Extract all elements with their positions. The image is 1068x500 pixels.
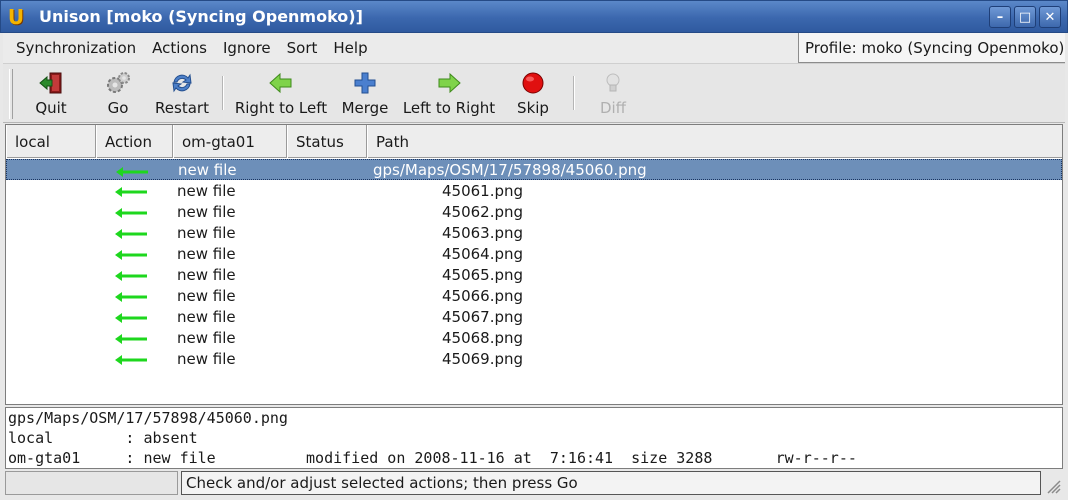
diff-button[interactable]: Diff [593, 69, 633, 119]
remote-status-cell: new file [178, 160, 237, 179]
path-cell: 45064.png [442, 244, 524, 263]
minimize-icon[interactable]: – [989, 6, 1011, 28]
left-arrow-icon[interactable] [114, 205, 148, 218]
lightbulb-icon [600, 71, 626, 95]
quit-label: Quit [35, 99, 67, 117]
path-cell: gps/Maps/OSM/17/57898/45060.png [373, 160, 647, 179]
arrow-left-icon [268, 71, 294, 95]
right-to-left-label: Right to Left [234, 99, 328, 117]
left-arrow-icon[interactable] [114, 310, 148, 323]
details-path: gps/Maps/OSM/17/57898/45060.png [8, 409, 288, 427]
arrow-right-icon [436, 71, 462, 95]
details-pane: gps/Maps/OSM/17/57898/45060.png local : a… [5, 407, 1063, 469]
left-to-right-label: Left to Right [402, 99, 496, 117]
path-cell: 45061.png [442, 181, 524, 200]
toolbar: Quit Go Restart Right to Left Merge Left… [3, 63, 1065, 123]
remote-status-cell: new file [177, 328, 236, 347]
table-row[interactable]: new file 45064.png [6, 243, 1062, 264]
left-arrow-icon[interactable] [114, 352, 148, 365]
table-row[interactable]: new file 45063.png [6, 222, 1062, 243]
path-cell: 45066.png [442, 286, 524, 305]
stop-icon [520, 71, 546, 95]
toolbar-handle[interactable] [9, 69, 13, 119]
path-cell: 45063.png [442, 223, 524, 242]
profile-label: Profile: moko (Syncing Openmoko) [798, 33, 1065, 63]
right-to-left-button[interactable]: Right to Left [233, 69, 329, 119]
left-arrow-icon[interactable] [114, 331, 148, 344]
column-header-local[interactable]: local [6, 125, 96, 158]
column-header-path[interactable]: Path [367, 125, 1062, 158]
plus-icon [352, 71, 378, 95]
diff-label: Diff [599, 99, 627, 117]
merge-button[interactable]: Merge [339, 69, 391, 119]
exit-icon [38, 71, 64, 95]
restart-label: Restart [155, 99, 209, 117]
menu-actions[interactable]: Actions [144, 39, 215, 57]
go-button[interactable]: Go [98, 69, 138, 119]
menu-bar: Synchronization Actions Ignore Sort Help… [3, 33, 1065, 63]
left-arrow-icon[interactable] [114, 247, 148, 260]
path-cell: 45065.png [442, 265, 524, 284]
left-arrow-icon[interactable] [114, 268, 148, 281]
go-label: Go [107, 99, 129, 117]
path-cell: 45062.png [442, 202, 524, 221]
left-arrow-icon[interactable] [114, 226, 148, 239]
toolbar-separator [573, 76, 575, 110]
skip-button[interactable]: Skip [511, 69, 555, 119]
file-rows: new file gps/Maps/OSM/17/57898/45060.png n… [6, 158, 1062, 369]
remote-status-cell: new file [177, 349, 236, 368]
table-row[interactable]: new file 45065.png [6, 264, 1062, 285]
table-row[interactable]: new file 45068.png [6, 327, 1062, 348]
remote-status-cell: new file [177, 286, 236, 305]
toolbar-separator [222, 76, 224, 110]
table-row[interactable]: new file 45061.png [6, 180, 1062, 201]
path-cell: 45069.png [442, 349, 524, 368]
window-title: Unison [moko (Syncing Openmoko)] [39, 7, 363, 26]
left-arrow-icon[interactable] [114, 184, 148, 197]
column-header-action[interactable]: Action [96, 125, 173, 158]
menu-sort[interactable]: Sort [279, 39, 326, 57]
remote-status-cell: new file [177, 244, 236, 263]
left-to-right-button[interactable]: Left to Right [401, 69, 497, 119]
remote-status-cell: new file [177, 265, 236, 284]
menu-help[interactable]: Help [325, 39, 375, 57]
table-row[interactable]: new file 45067.png [6, 306, 1062, 327]
merge-label: Merge [341, 99, 389, 117]
title-bar[interactable]: U Unison [moko (Syncing Openmoko)] – □ ✕ [0, 0, 1068, 33]
file-list[interactable]: local Action om-gta01 Status Path new fi… [5, 124, 1063, 405]
table-row[interactable]: new file 45062.png [6, 201, 1062, 222]
table-row[interactable]: new file gps/Maps/OSM/17/57898/45060.png [6, 159, 1062, 180]
table-row[interactable]: new file 45066.png [6, 285, 1062, 306]
remote-status-cell: new file [177, 307, 236, 326]
status-left-panel [5, 471, 178, 495]
table-row[interactable]: new file 45069.png [6, 348, 1062, 369]
left-arrow-icon[interactable] [114, 289, 148, 302]
menu-ignore[interactable]: Ignore [215, 39, 279, 57]
maximize-icon[interactable]: □ [1014, 6, 1036, 28]
quit-button[interactable]: Quit [31, 69, 71, 119]
status-message: Check and/or adjust selected actions; th… [181, 471, 1041, 495]
resize-grip-icon[interactable] [1043, 476, 1061, 494]
refresh-icon [169, 71, 195, 95]
remote-status-cell: new file [177, 181, 236, 200]
skip-label: Skip [517, 99, 549, 117]
path-cell: 45067.png [442, 307, 524, 326]
column-header-status[interactable]: Status [287, 125, 367, 158]
status-bar: Check and/or adjust selected actions; th… [5, 471, 1063, 496]
menu-synchronization[interactable]: Synchronization [3, 39, 144, 57]
path-cell: 45068.png [442, 328, 524, 347]
column-headers: local Action om-gta01 Status Path [6, 125, 1062, 158]
gears-icon [105, 71, 131, 95]
window-controls: – □ ✕ [989, 6, 1061, 28]
details-local: local : absent [8, 429, 198, 447]
remote-status-cell: new file [177, 202, 236, 221]
close-icon[interactable]: ✕ [1039, 6, 1061, 28]
column-header-remote[interactable]: om-gta01 [173, 125, 287, 158]
details-remote: om-gta01 : new file modified on 2008-11-… [8, 449, 857, 467]
left-arrow-icon[interactable] [115, 164, 149, 177]
remote-status-cell: new file [177, 223, 236, 242]
unison-logo-icon: U [7, 4, 25, 29]
restart-button[interactable]: Restart [153, 69, 211, 119]
